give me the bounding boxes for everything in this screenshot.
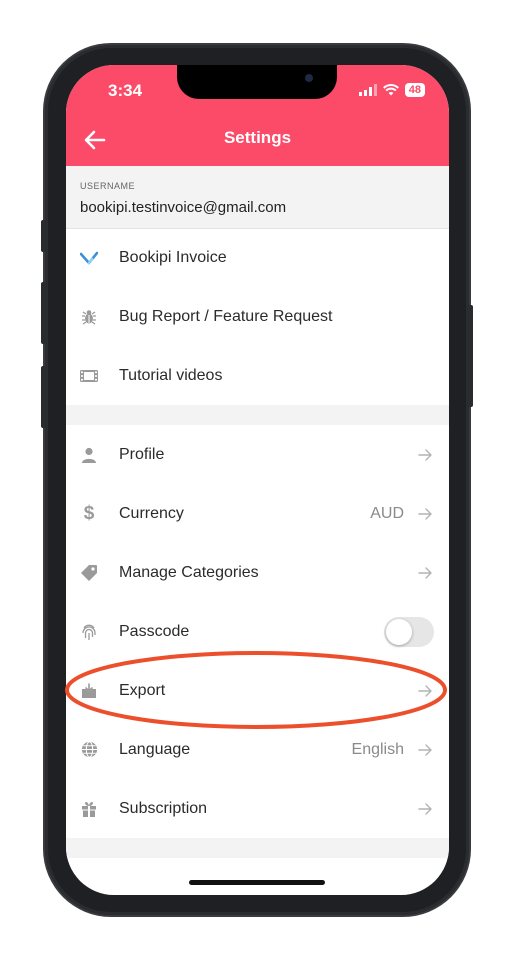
language-value: English: [351, 740, 404, 758]
notch: [177, 65, 337, 99]
menu-item-label: Currency: [119, 504, 184, 522]
bug-icon: [80, 308, 98, 326]
menu-item-label: Bug Report / Feature Request: [119, 307, 333, 325]
header-bar: 3:34 48 Settings: [66, 65, 449, 166]
gift-icon: [80, 800, 98, 818]
home-indicator[interactable]: [189, 880, 325, 885]
globe-icon: [80, 741, 98, 759]
menu-item-subscription[interactable]: Subscription: [66, 779, 449, 838]
username-label: USERNAME: [80, 181, 136, 191]
arrow-right-icon: [418, 507, 432, 520]
menu-item-tutorial-videos[interactable]: Tutorial videos: [66, 346, 449, 405]
menu-item-label: Passcode: [119, 622, 190, 640]
arrow-right-icon: [418, 743, 432, 756]
section-divider: [66, 405, 449, 425]
status-time: 3:34: [108, 81, 143, 100]
toggle-knob: [386, 618, 412, 645]
person-icon: [80, 446, 98, 464]
export-highlight-ellipse: [65, 651, 447, 729]
menu-item-manage-categories[interactable]: Manage Categories: [66, 543, 449, 602]
signal-icon: [358, 84, 377, 96]
page-title: Settings: [223, 128, 292, 147]
bookipi-logo-icon: [80, 249, 98, 267]
arrow-right-icon: [418, 802, 432, 815]
camera-icon: [305, 74, 313, 82]
menu-item-label: Subscription: [119, 799, 208, 817]
arrow-right-icon: [418, 566, 432, 579]
power-button: [467, 305, 473, 407]
currency-value: AUD: [370, 504, 404, 522]
status-icons: 48: [358, 83, 425, 97]
passcode-toggle[interactable]: [384, 616, 434, 647]
menu-item-profile[interactable]: Profile: [66, 425, 449, 484]
volume-up-button: [41, 282, 47, 344]
username-value: bookipi.testinvoice@gmail.com: [80, 199, 287, 216]
menu-item-currency[interactable]: $ Currency AUD: [66, 484, 449, 543]
tag-icon: [80, 564, 98, 582]
menu-item-label: Tutorial videos: [119, 366, 223, 384]
menu-item-label: Manage Categories: [119, 563, 259, 581]
battery-indicator: 48: [404, 83, 425, 97]
mute-switch: [41, 220, 47, 252]
menu-item-label: Profile: [119, 445, 165, 463]
username-section: USERNAME bookipi.testinvoice@gmail.com: [66, 166, 449, 229]
volume-down-button: [41, 366, 47, 428]
menu-item-bug-report[interactable]: Bug Report / Feature Request: [66, 287, 449, 346]
fingerprint-icon: [80, 623, 98, 641]
menu-item-label: Bookipi Invoice: [119, 248, 227, 266]
phone-screen: 3:34 48 Settings USERNAME bookipi.testin…: [66, 65, 449, 895]
menu-item-label: Language: [119, 740, 191, 758]
section-divider: [66, 838, 449, 858]
arrow-right-icon: [418, 448, 432, 461]
menu-item-bookipi-invoice[interactable]: Bookipi Invoice: [66, 228, 449, 287]
film-icon: [80, 367, 98, 385]
dollar-icon: $: [83, 502, 95, 524]
wifi-icon: [382, 84, 399, 96]
